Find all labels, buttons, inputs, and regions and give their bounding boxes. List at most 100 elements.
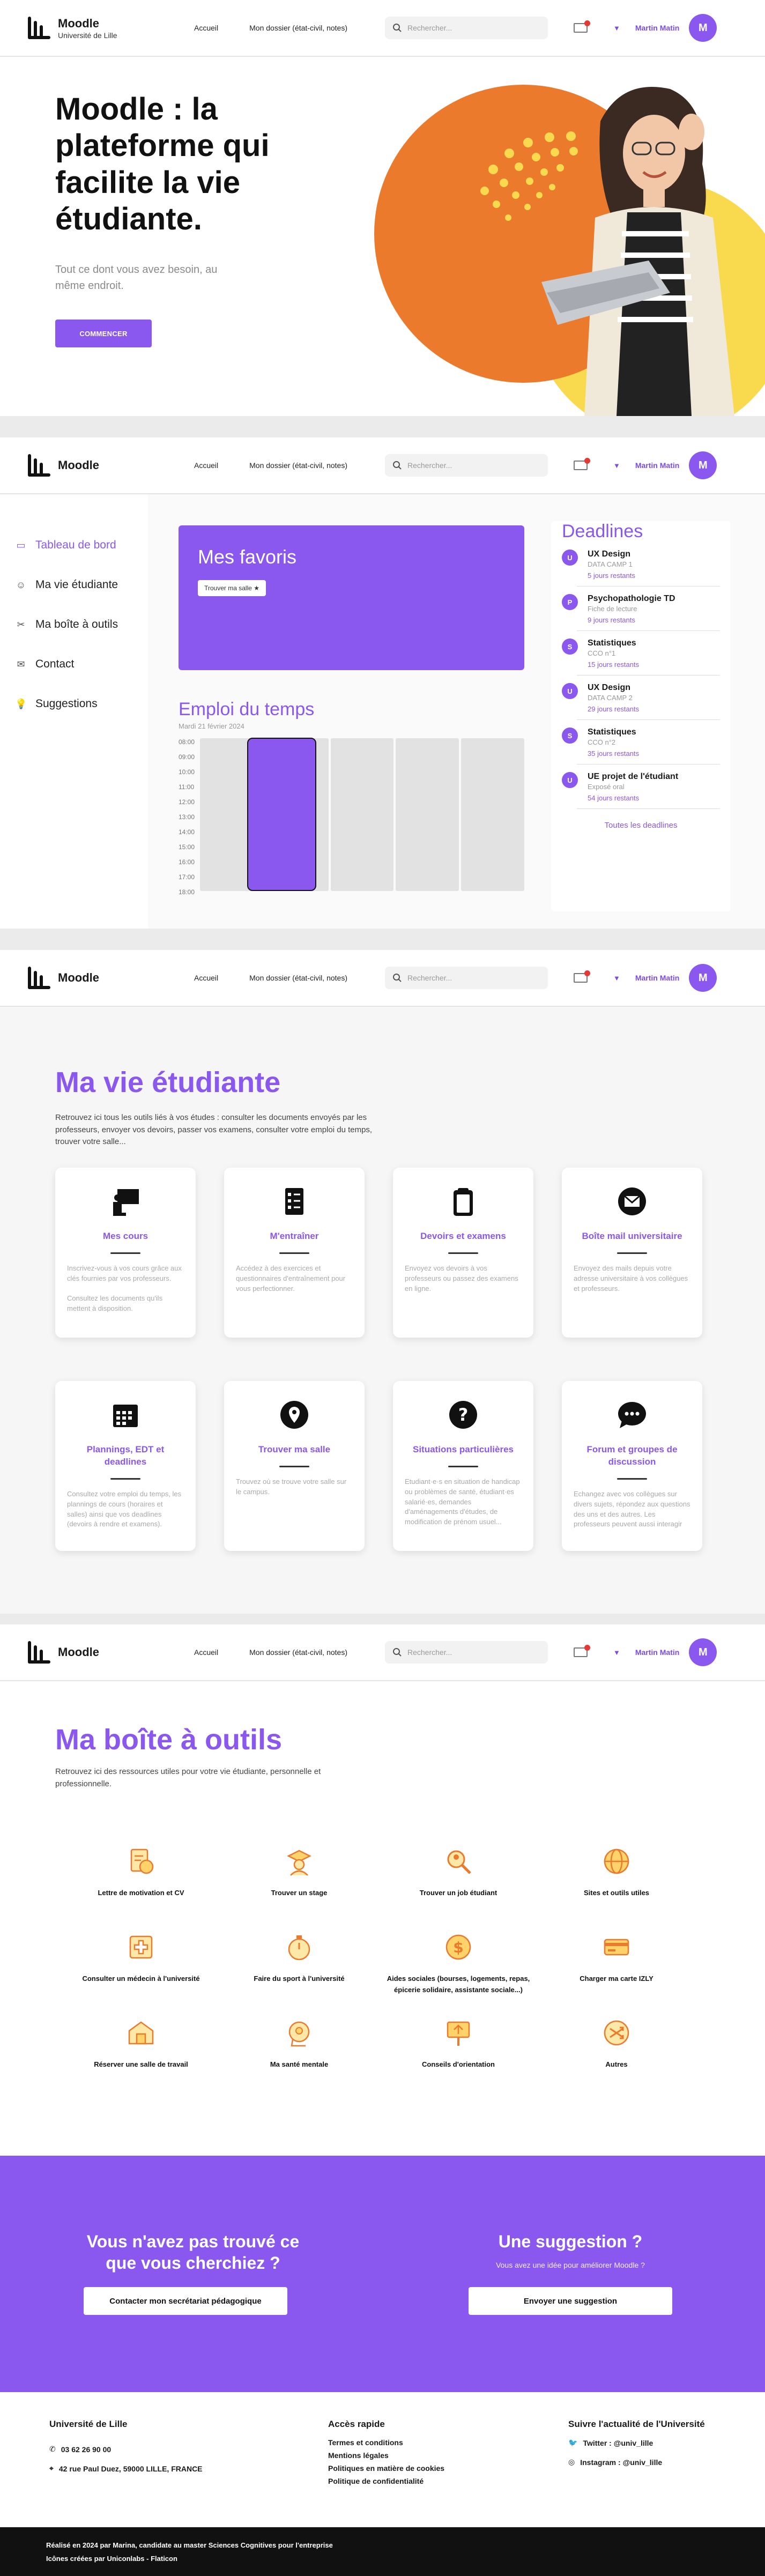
chevron-down-icon[interactable]: ▼ bbox=[613, 462, 620, 470]
tool-item[interactable]: Trouver un stage bbox=[219, 1846, 380, 1899]
timetable-event[interactable] bbox=[247, 738, 316, 891]
moodle-logo[interactable]: Moodle bbox=[28, 967, 173, 989]
user-name[interactable]: Martin Matin bbox=[635, 461, 679, 470]
student-life-card[interactable]: Devoirs et examens Envoyez vos devoirs à … bbox=[393, 1168, 533, 1338]
search-input[interactable]: Rechercher... bbox=[384, 967, 548, 989]
not-found-title: Vous n'avez pas trouvé ce que vous cherc… bbox=[86, 2232, 300, 2273]
student-life-card[interactable]: ? Situations particulières Etudiant·e·s en… bbox=[393, 1381, 533, 1551]
user-name[interactable]: Martin Matin bbox=[635, 974, 679, 982]
sidebar-item-contact[interactable]: ✉ Contact bbox=[0, 644, 148, 684]
card-divider bbox=[110, 1478, 140, 1480]
tool-item[interactable]: Lettre de motivation et CV bbox=[61, 1846, 221, 1899]
footer-link-privacy[interactable]: Politique de confidentialité bbox=[328, 2477, 424, 2485]
user-name[interactable]: Martin Matin bbox=[635, 24, 679, 32]
hour-label: 17:00 bbox=[179, 873, 195, 881]
day-column[interactable] bbox=[330, 738, 394, 891]
tool-item[interactable]: Sites et outils utiles bbox=[536, 1846, 697, 1899]
mail-icon[interactable] bbox=[573, 1645, 590, 1657]
mail-icon[interactable] bbox=[573, 458, 590, 470]
student-life-card[interactable]: M'entraîner Accédez à des exercices et qu… bbox=[224, 1168, 365, 1338]
sidebar-item-vie-etudiante[interactable]: ☺ Ma vie étudiante bbox=[0, 565, 148, 605]
deadline-item[interactable]: S Statistiques CCO n°1 15 jours restants bbox=[562, 631, 720, 675]
deadline-subtitle: Exposé oral bbox=[588, 783, 625, 791]
nav-mon-dossier[interactable]: Mon dossier (état-civil, notes) bbox=[249, 461, 347, 470]
day-column[interactable] bbox=[461, 738, 524, 891]
student-life-card[interactable]: Boîte mail universitaire Envoyez des mail… bbox=[562, 1168, 702, 1338]
avatar[interactable]: M bbox=[689, 14, 717, 42]
favorites-panel: Mes favoris Trouver ma salle ★ bbox=[179, 525, 524, 670]
moodle-logo[interactable]: Moodle bbox=[28, 454, 173, 477]
twitter-icon: 🐦 bbox=[568, 2438, 578, 2447]
tool-item[interactable]: Autres bbox=[536, 2018, 697, 2070]
user-name[interactable]: Martin Matin bbox=[635, 1648, 679, 1657]
mail-icon[interactable] bbox=[573, 970, 590, 983]
toolbox: Ma boîte à outils Retrouvez ici des ress… bbox=[0, 1681, 765, 2156]
avatar[interactable]: M bbox=[689, 964, 717, 992]
tool-item[interactable]: Réserver une salle de travail bbox=[61, 2018, 221, 2070]
tool-item[interactable]: Charger ma carte IZLY bbox=[536, 1932, 697, 1985]
search-input[interactable]: Rechercher... bbox=[384, 454, 548, 477]
nav-accueil[interactable]: Accueil bbox=[194, 461, 218, 470]
tool-item[interactable]: Trouver un job étudiant bbox=[378, 1846, 539, 1899]
deadline-item[interactable]: P Psychopathologie TD Fiche de lecture 9 jo… bbox=[562, 587, 720, 631]
favorite-shortcut[interactable]: Trouver ma salle ★ bbox=[198, 580, 266, 596]
deadline-title: Psychopathologie TD bbox=[588, 594, 675, 603]
search-input[interactable]: Rechercher... bbox=[384, 17, 548, 39]
deadline-badge: S bbox=[562, 639, 578, 655]
sidebar-item-suggestions[interactable]: 💡 Suggestions bbox=[0, 684, 148, 724]
nav-mon-dossier[interactable]: Mon dossier (état-civil, notes) bbox=[249, 974, 347, 982]
student-life-card[interactable]: Forum et groupes de discussion Echangez a… bbox=[562, 1381, 702, 1551]
tool-item[interactable]: Ma santé mentale bbox=[219, 2018, 380, 2070]
chevron-down-icon[interactable]: ▼ bbox=[613, 1649, 620, 1657]
nav-accueil[interactable]: Accueil bbox=[194, 1648, 218, 1657]
student-life-card[interactable]: Trouver ma salle Trouvez où se trouve vot… bbox=[224, 1381, 365, 1551]
lightbulb-icon: 💡 bbox=[15, 698, 27, 709]
student-life-card[interactable]: Plannings, EDT et deadlines Consultez vot… bbox=[55, 1381, 196, 1551]
card-divider bbox=[110, 1252, 140, 1254]
mail-icon[interactable] bbox=[573, 20, 590, 33]
start-button[interactable]: COMMENCER bbox=[55, 320, 152, 347]
site-header: Moodle Accueil Mon dossier (état-civil, … bbox=[0, 437, 765, 494]
svg-text:$: $ bbox=[453, 1939, 463, 1956]
moodle-logo[interactable]: Moodle Université de Lille bbox=[28, 17, 173, 40]
nav-mon-dossier[interactable]: Mon dossier (état-civil, notes) bbox=[249, 24, 347, 32]
tool-item[interactable]: Faire du sport à l'université bbox=[219, 1932, 380, 1985]
student-life-card[interactable]: Mes cours Inscrivez-vous à vos cours grâc… bbox=[55, 1168, 196, 1338]
chevron-down-icon[interactable]: ▼ bbox=[613, 974, 620, 982]
footer-phone[interactable]: ✆ 03 62 26 90 00 bbox=[49, 2445, 111, 2454]
page-title: Ma boîte à outils bbox=[55, 1724, 283, 1756]
nav-accueil[interactable]: Accueil bbox=[194, 974, 218, 982]
footer-link-legal[interactable]: Mentions légales bbox=[328, 2451, 389, 2460]
tool-label: Conseils d'orientation bbox=[422, 2060, 495, 2068]
footer-instagram[interactable]: ◎ Instagram : @univ_lille bbox=[568, 2458, 662, 2467]
avatar[interactable]: M bbox=[689, 1638, 717, 1666]
send-suggestion-button[interactable]: Envoyer une suggestion bbox=[469, 2287, 672, 2315]
day-column[interactable] bbox=[396, 738, 459, 891]
footer-link-terms[interactable]: Termes et conditions bbox=[328, 2438, 403, 2447]
contact-secretariat-button[interactable]: Contacter mon secrétariat pédagogique bbox=[84, 2287, 287, 2315]
search-input[interactable]: Rechercher... bbox=[384, 1641, 548, 1664]
tool-item[interactable]: Consulter un médecin à l'université bbox=[61, 1932, 221, 1985]
deadline-item[interactable]: S Statistiques CCO n°2 35 jours restants bbox=[562, 720, 720, 764]
deadline-item[interactable]: U UE projet de l'étudiant Exposé oral 54 jo… bbox=[562, 764, 720, 809]
footer-link-cookies[interactable]: Politiques en matière de cookies bbox=[328, 2464, 444, 2473]
tool-item[interactable]: Conseils d'orientation bbox=[378, 2018, 539, 2070]
nav-mon-dossier[interactable]: Mon dossier (état-civil, notes) bbox=[249, 1648, 347, 1657]
card-description: Inscrivez-vous à vos cours grâce aux clé… bbox=[67, 1264, 182, 1313]
sidebar-item-boite-a-outils[interactable]: ✂ Ma boîte à outils bbox=[0, 605, 148, 644]
deadline-item[interactable]: U UX Design DATA CAMP 2 29 jours restants bbox=[562, 675, 720, 720]
moodle-logo[interactable]: Moodle bbox=[28, 1641, 173, 1664]
sidebar-item-tableau-de-bord[interactable]: ▭ Tableau de bord bbox=[0, 525, 148, 565]
deadline-item[interactable]: U UX Design DATA CAMP 1 5 jours restants bbox=[562, 542, 720, 587]
main-nav: Accueil Mon dossier (état-civil, notes) bbox=[194, 461, 347, 470]
footer-twitter[interactable]: 🐦 Twitter : @univ_lille bbox=[568, 2438, 653, 2447]
tool-item[interactable]: $ Aides sociales (bourses, logements, rep… bbox=[378, 1932, 539, 1996]
nav-accueil[interactable]: Accueil bbox=[194, 24, 218, 32]
deadline-subtitle: Fiche de lecture bbox=[588, 605, 637, 613]
all-deadlines-link[interactable]: Toutes les deadlines bbox=[562, 821, 720, 830]
tool-label: Faire du sport à l'université bbox=[254, 1974, 345, 1983]
chevron-down-icon[interactable]: ▼ bbox=[613, 24, 620, 32]
search-placeholder: Rechercher... bbox=[407, 461, 452, 470]
deadlines-title: Deadlines bbox=[562, 521, 643, 541]
avatar[interactable]: M bbox=[689, 451, 717, 479]
